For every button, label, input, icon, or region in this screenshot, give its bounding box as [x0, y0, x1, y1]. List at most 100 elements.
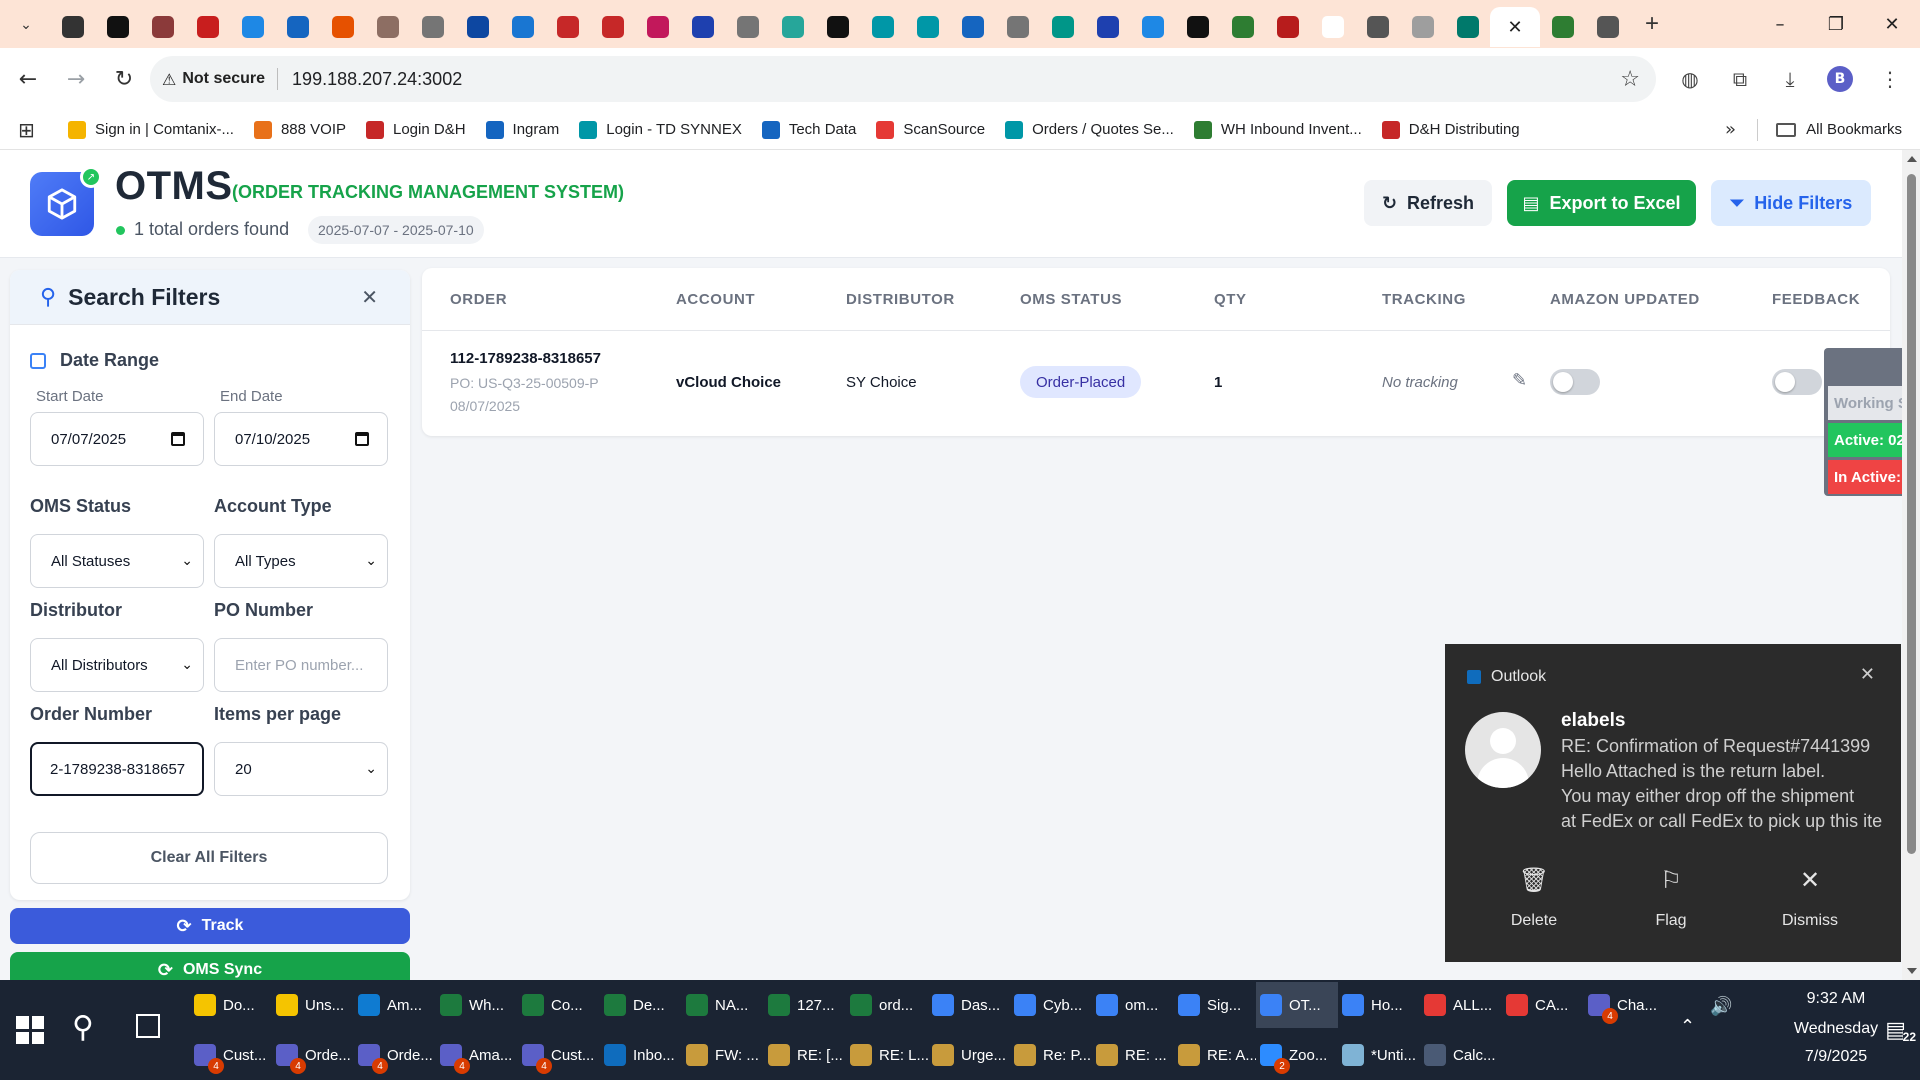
browser-tab[interactable]	[500, 7, 545, 47]
page-scrollbar[interactable]	[1902, 150, 1920, 980]
end-date-input[interactable]: 07/10/2025	[214, 412, 388, 466]
back-button[interactable]: ←	[8, 59, 48, 99]
browser-tab[interactable]	[860, 7, 905, 47]
browser-tab[interactable]	[770, 7, 815, 47]
taskbar-item[interactable]: 4 Ama...	[436, 1032, 518, 1078]
bookmark-item[interactable]: D&H Distributing	[1381, 120, 1520, 139]
start-date-input[interactable]: 07/07/2025	[30, 412, 204, 466]
amazon-updated-toggle[interactable]	[1550, 369, 1600, 395]
browser-tab[interactable]	[1220, 7, 1265, 47]
taskbar-item[interactable]: Sig...	[1174, 982, 1256, 1028]
taskbar-item[interactable]: Inbo...	[600, 1032, 682, 1078]
scroll-up-arrow[interactable]	[1907, 156, 1917, 162]
refresh-button[interactable]: ↻ Refresh	[1364, 180, 1492, 226]
taskbar-item[interactable]: OT...	[1256, 982, 1338, 1028]
dismiss-button[interactable]: ✕ Dismiss	[1750, 866, 1870, 930]
taskbar-item[interactable]: Re: P...	[1010, 1032, 1092, 1078]
close-tab-icon[interactable]: ✕	[1507, 17, 1522, 38]
browser-tab[interactable]	[1355, 7, 1400, 47]
browser-tab[interactable]	[905, 7, 950, 47]
search-icon[interactable]: ⚲	[72, 1010, 94, 1045]
browser-tab[interactable]	[275, 7, 320, 47]
bookmark-item[interactable]: ScanSource	[876, 120, 985, 139]
taskbar-item[interactable]: 4 Cha...	[1584, 982, 1666, 1028]
taskbar-item[interactable]: ALL...	[1420, 982, 1502, 1028]
column-header-tracking[interactable]: TRACKING	[1382, 268, 1466, 330]
po-number-input[interactable]: Enter PO number...	[214, 638, 388, 692]
browser-tab[interactable]	[455, 7, 500, 47]
browser-tab[interactable]	[320, 7, 365, 47]
column-header-feedback[interactable]: FEEDBACK	[1772, 268, 1860, 330]
browser-tab[interactable]	[995, 7, 1040, 47]
taskbar-item[interactable]: NA...	[682, 982, 764, 1028]
clock-date[interactable]: 7/9/2025	[1786, 1048, 1886, 1066]
taskbar-item[interactable]: CA...	[1502, 982, 1584, 1028]
close-window-button[interactable]: ✕	[1864, 0, 1920, 48]
taskbar-item[interactable]: Ho...	[1338, 982, 1420, 1028]
taskbar-item[interactable]: RE: A...	[1174, 1032, 1256, 1078]
browser-tab[interactable]	[1085, 7, 1130, 47]
browser-tab[interactable]	[1130, 7, 1175, 47]
flag-button[interactable]: ⚐ Flag	[1611, 866, 1731, 930]
profile-button[interactable]: B	[1822, 59, 1858, 99]
taskbar-item[interactable]: Uns...	[272, 982, 354, 1028]
oms-sync-button[interactable]: ⟳ OMS Sync	[10, 952, 410, 980]
column-header-distributor[interactable]: DISTRIBUTOR	[846, 268, 955, 330]
browser-tab[interactable]	[1540, 7, 1585, 47]
hide-filters-button[interactable]: ⏷ Hide Filters	[1711, 180, 1871, 226]
taskbar-item[interactable]: Calc...	[1420, 1032, 1502, 1078]
menu-icon[interactable]: ⋮	[1872, 59, 1908, 99]
browser-tab-active[interactable]: ✕	[1490, 7, 1540, 47]
delete-button[interactable]: 🗑 Delete	[1474, 866, 1594, 930]
browser-tab[interactable]	[1265, 7, 1310, 47]
close-filters-icon[interactable]: ✕	[361, 285, 378, 309]
bookmark-item[interactable]: WH Inbound Invent...	[1193, 120, 1362, 139]
taskbar-item[interactable]: 4 Cust...	[190, 1032, 272, 1078]
taskbar-item[interactable]: FW: ...	[682, 1032, 764, 1078]
browser-tab[interactable]	[590, 7, 635, 47]
taskbar-item[interactable]: 4 Orde...	[354, 1032, 436, 1078]
bookmark-item[interactable]: Tech Data	[761, 120, 856, 139]
reload-button[interactable]: ↻	[104, 59, 144, 99]
edit-pencil-icon[interactable]: ✎	[1512, 370, 1527, 391]
browser-tab[interactable]	[1310, 7, 1355, 47]
clear-filters-button[interactable]: Clear All Filters	[30, 832, 388, 884]
calendar-icon[interactable]	[171, 432, 185, 446]
taskbar-item[interactable]: *Unti...	[1338, 1032, 1420, 1078]
browser-tab[interactable]	[1445, 7, 1490, 47]
browser-tab[interactable]	[1400, 7, 1445, 47]
bookmark-item[interactable]: Sign in | Comtanix-...	[68, 120, 234, 139]
clock-time[interactable]: 9:32 AM	[1786, 990, 1886, 1008]
bookmark-item[interactable]: Login D&H	[366, 120, 466, 139]
taskbar-item[interactable]: 2 Zoo...	[1256, 1032, 1338, 1078]
browser-tab[interactable]	[1175, 7, 1220, 47]
outlook-notification[interactable]: Outlook ✕ elabels RE: Confirmation of Re…	[1445, 644, 1901, 962]
browser-tab[interactable]	[1040, 7, 1085, 47]
volume-icon[interactable]: 🔊	[1710, 996, 1732, 1017]
browser-tab[interactable]	[185, 7, 230, 47]
column-header-oms-status[interactable]: OMS STATUS	[1020, 268, 1122, 330]
translate-icon[interactable]: ◍	[1672, 59, 1708, 99]
apps-grid-icon[interactable]: ⊞	[18, 118, 48, 142]
taskbar-item[interactable]: ord...	[846, 982, 928, 1028]
maximize-button[interactable]: ❐	[1808, 0, 1864, 48]
taskbar-item[interactable]: Cyb...	[1010, 982, 1092, 1028]
column-header-order[interactable]: ORDER	[450, 268, 507, 330]
calendar-icon[interactable]	[355, 432, 369, 446]
browser-tab[interactable]	[545, 7, 590, 47]
url-text[interactable]: 199.188.207.24:3002	[292, 69, 462, 90]
forward-button[interactable]: →	[56, 59, 96, 99]
working-status[interactable]: Working St	[1828, 386, 1902, 420]
taskbar-item[interactable]: 4 Cust...	[518, 1032, 600, 1078]
extensions-icon[interactable]: ⧉	[1722, 59, 1758, 99]
taskbar-item[interactable]: 127...	[764, 982, 846, 1028]
taskbar-item[interactable]: Das...	[928, 982, 1010, 1028]
order-number-input[interactable]: 2-1789238-8318657	[30, 742, 204, 796]
distributor-select[interactable]: All Distributors ⌄	[30, 638, 204, 692]
clock-day[interactable]: Wednesday	[1780, 1020, 1892, 1038]
task-view-icon[interactable]	[136, 1014, 160, 1038]
close-icon[interactable]: ✕	[1860, 664, 1875, 685]
browser-tab[interactable]	[50, 7, 95, 47]
bookmark-item[interactable]: Ingram	[485, 120, 559, 139]
items-per-page-select[interactable]: 20 ⌄	[214, 742, 388, 796]
